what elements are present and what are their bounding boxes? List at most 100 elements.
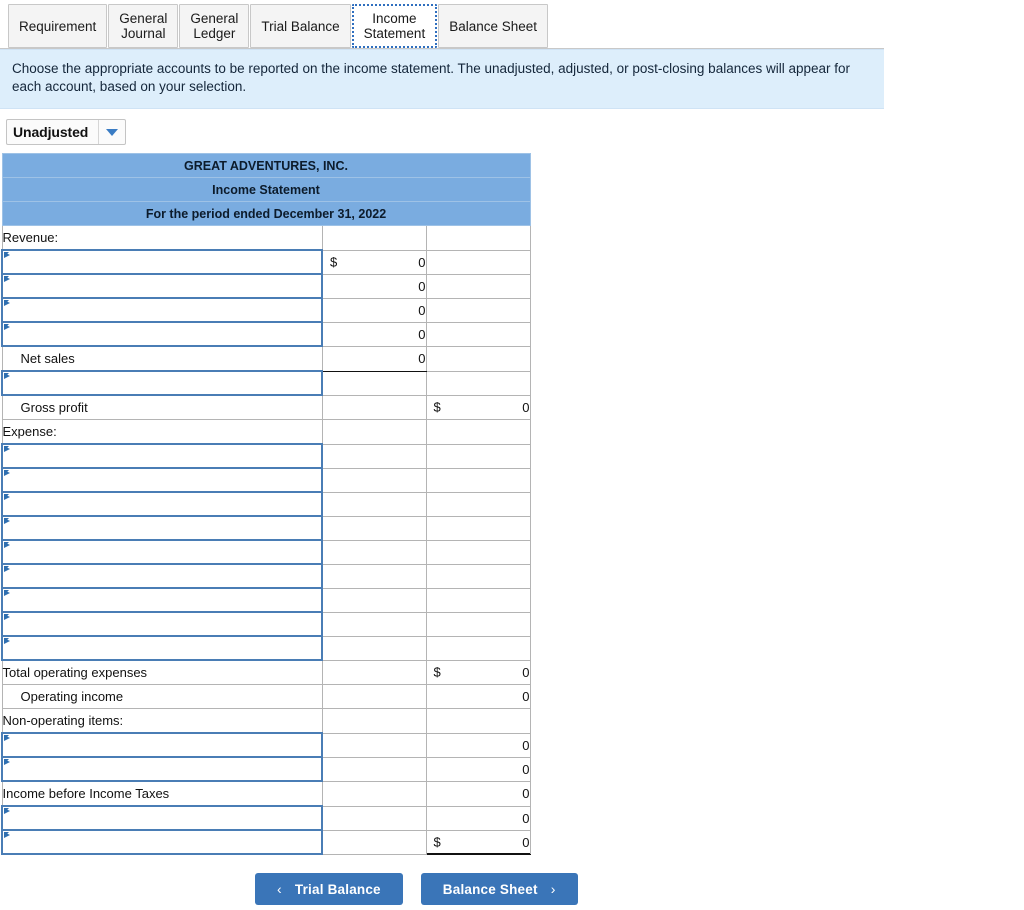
account-select-cell[interactable] bbox=[1, 756, 323, 782]
account-select-cell[interactable] bbox=[1, 635, 323, 661]
account-select-cell[interactable] bbox=[1, 467, 323, 493]
account-select-cell[interactable] bbox=[1, 732, 323, 758]
dropdown-marker-icon bbox=[4, 808, 10, 818]
amount-cell-c2 bbox=[425, 225, 531, 251]
table-row bbox=[1, 635, 531, 661]
tab-general-journal[interactable]: General Journal bbox=[108, 4, 179, 48]
row-label: Total operating expenses bbox=[1, 659, 323, 685]
account-select-cell[interactable] bbox=[1, 805, 323, 831]
account-select-cell[interactable] bbox=[1, 321, 323, 347]
tab-income-statement[interactable]: Income Statement bbox=[351, 4, 438, 48]
amount-cell-c1 bbox=[321, 515, 427, 541]
amount-cell-c1 bbox=[321, 370, 427, 396]
amount-cell-c1 bbox=[321, 805, 427, 831]
amount-value: 0 bbox=[522, 761, 530, 777]
row-label: Income before Income Taxes bbox=[1, 780, 323, 807]
currency-symbol: $ bbox=[330, 254, 338, 270]
amount-cell-c1 bbox=[321, 635, 427, 661]
tab-general-ledger[interactable]: General Ledger bbox=[179, 4, 250, 48]
amount-value: 0 bbox=[522, 399, 530, 415]
table-row: Income before Income Taxes 0 bbox=[1, 780, 531, 807]
table-row bbox=[1, 611, 531, 637]
amount-cell-c1 bbox=[321, 419, 427, 445]
chevron-down-icon[interactable] bbox=[98, 120, 125, 144]
table-row bbox=[1, 587, 531, 613]
dropdown-marker-icon bbox=[4, 494, 10, 504]
amount-value: 0 bbox=[418, 326, 426, 342]
dropdown-marker-icon bbox=[4, 373, 10, 383]
tab-trial-balance[interactable]: Trial Balance bbox=[250, 4, 351, 48]
dropdown-marker-icon bbox=[4, 832, 10, 842]
account-select-cell[interactable] bbox=[1, 515, 323, 541]
currency-symbol: $ bbox=[433, 399, 441, 415]
account-select-cell[interactable] bbox=[1, 829, 323, 855]
amount-cell-c1 bbox=[321, 732, 427, 758]
amount-cell-c2: 0 bbox=[425, 732, 531, 758]
table-row: Net sales 0 bbox=[1, 345, 531, 372]
amount-cell-c2: 0 bbox=[425, 805, 531, 831]
table-row: Revenue: bbox=[1, 225, 531, 251]
amount-cell-c1 bbox=[321, 756, 427, 782]
amount-cell-c1: 0 bbox=[321, 321, 427, 347]
amount-cell-c2 bbox=[425, 708, 531, 734]
amount-cell-c1 bbox=[321, 684, 427, 709]
amount-cell-c1 bbox=[321, 780, 427, 807]
amount-value: 0 bbox=[522, 834, 530, 850]
prev-trial-balance-button[interactable]: ‹ Trial Balance bbox=[255, 873, 403, 905]
amount-cell-c2: 0 bbox=[425, 684, 531, 709]
dropdown-marker-icon bbox=[4, 252, 10, 262]
account-select-cell[interactable] bbox=[1, 611, 323, 637]
tab-balance-sheet[interactable]: Balance Sheet bbox=[438, 4, 549, 48]
amount-value: 0 bbox=[418, 302, 426, 318]
table-row: Gross profit $0 bbox=[1, 394, 531, 420]
dropdown-marker-icon bbox=[4, 300, 10, 310]
account-select-cell[interactable] bbox=[1, 539, 323, 565]
amount-cell-c1 bbox=[321, 587, 427, 613]
table-row: 0 bbox=[1, 732, 531, 758]
amount-value: 0 bbox=[522, 786, 530, 801]
dropdown-marker-icon bbox=[4, 638, 10, 648]
table-row: $0 bbox=[1, 249, 531, 275]
statement-title-line: For the period ended December 31, 2022 bbox=[1, 201, 531, 226]
currency-symbol: $ bbox=[433, 664, 441, 680]
account-select-cell[interactable] bbox=[1, 491, 323, 517]
next-balance-sheet-button[interactable]: Balance Sheet › bbox=[420, 873, 578, 905]
dropdown-marker-icon bbox=[4, 446, 10, 456]
navigation-row: ‹ Trial Balance Balance Sheet › bbox=[0, 855, 1024, 905]
amount-cell-c2 bbox=[425, 297, 531, 323]
tab-requirement[interactable]: Requirement bbox=[8, 4, 108, 48]
row-label: Expense: bbox=[1, 419, 323, 445]
dropdown-marker-icon bbox=[4, 614, 10, 624]
balance-selector-wrap: Unadjusted bbox=[0, 109, 1024, 153]
chevron-left-icon: ‹ bbox=[277, 881, 282, 897]
table-row bbox=[1, 515, 531, 541]
account-select-cell[interactable] bbox=[1, 587, 323, 613]
chevron-right-icon: › bbox=[550, 881, 556, 897]
amount-cell-c2 bbox=[425, 563, 531, 589]
amount-cell-c1 bbox=[321, 443, 427, 469]
amount-cell-c2 bbox=[425, 273, 531, 299]
dropdown-marker-icon bbox=[4, 276, 10, 286]
amount-cell-c2 bbox=[425, 249, 531, 275]
account-select-cell[interactable] bbox=[1, 297, 323, 323]
table-row: 0 bbox=[1, 297, 531, 323]
amount-value: 0 bbox=[418, 351, 426, 366]
amount-cell-c2 bbox=[425, 419, 531, 445]
balance-type-dropdown[interactable]: Unadjusted bbox=[6, 119, 127, 145]
amount-cell-c2 bbox=[425, 635, 531, 661]
amount-cell-c1 bbox=[321, 225, 427, 251]
amount-value: 0 bbox=[522, 664, 530, 680]
account-select-cell[interactable] bbox=[1, 443, 323, 469]
account-select-cell[interactable] bbox=[1, 563, 323, 589]
account-select-cell[interactable] bbox=[1, 370, 323, 396]
table-row: 0 bbox=[1, 756, 531, 782]
amount-cell-c1 bbox=[321, 829, 427, 855]
dropdown-marker-icon bbox=[4, 735, 10, 745]
instruction-banner: Choose the appropriate accounts to be re… bbox=[0, 49, 884, 109]
amount-cell-c2 bbox=[425, 491, 531, 517]
account-select-cell[interactable] bbox=[1, 273, 323, 299]
amount-cell-c2 bbox=[425, 443, 531, 469]
dropdown-marker-icon bbox=[4, 324, 10, 334]
table-row: Operating income 0 bbox=[1, 684, 531, 709]
account-select-cell[interactable] bbox=[1, 249, 323, 275]
